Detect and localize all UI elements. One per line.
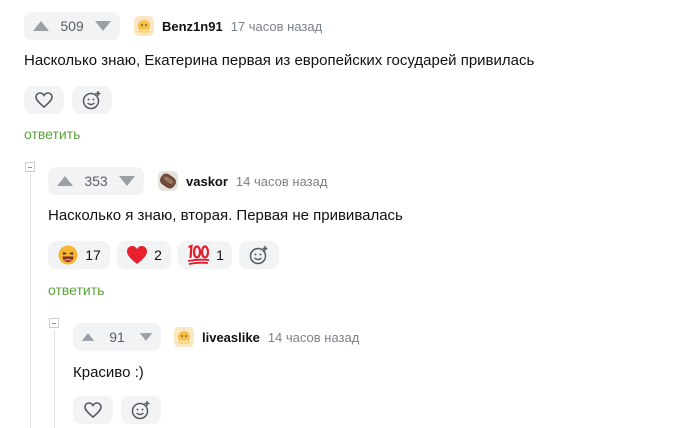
comment-text: Насколько знаю, Екатерина первая из евро… [24, 52, 535, 69]
add-emoji-icon [131, 401, 150, 420]
collapse-thread-toggle[interactable] [25, 162, 35, 172]
collapse-thread-toggle[interactable] [49, 318, 59, 328]
comment-author: Benz1n91 17 часов назад [134, 14, 322, 38]
upvote-arrow-icon[interactable] [56, 175, 74, 187]
rating-widget: 91 [73, 323, 161, 351]
thread-line[interactable] [54, 330, 55, 428]
rating-count: 353 [84, 173, 108, 189]
hundred-points-icon [187, 244, 210, 265]
comment-timestamp[interactable]: 17 часов назад [231, 19, 323, 34]
comments-thread: 509 Benz1n91 17 часов назад Насколько зн… [0, 0, 700, 428]
reaction-button[interactable]: 17 [48, 241, 110, 269]
heart-outline-icon [84, 402, 102, 418]
comment-timestamp[interactable]: 14 часов назад [268, 330, 360, 345]
like-button[interactable] [24, 86, 64, 114]
author-nickname[interactable]: vaskor [186, 174, 228, 189]
reaction-count: 1 [216, 247, 224, 263]
author-nickname[interactable]: liveaslike [202, 330, 260, 345]
reaction-button[interactable]: 2 [117, 241, 171, 269]
reaction-count: 17 [85, 247, 101, 263]
downvote-arrow-icon[interactable] [139, 331, 153, 343]
add-reaction-button[interactable] [72, 86, 112, 114]
user-avatar[interactable] [134, 16, 154, 36]
add-emoji-icon [82, 91, 101, 110]
like-button[interactable] [73, 396, 113, 424]
laughing-emoji-icon [58, 245, 78, 265]
downvote-arrow-icon[interactable] [94, 20, 112, 32]
add-reaction-button[interactable] [121, 396, 161, 424]
add-emoji-icon [249, 246, 268, 265]
upvote-arrow-icon[interactable] [81, 331, 95, 343]
comment-author: liveaslike 14 часов назад [174, 325, 359, 349]
rating-widget: 353 [48, 167, 144, 195]
comment-text: Красиво :) [73, 364, 144, 381]
add-reaction-button[interactable] [239, 241, 279, 269]
user-avatar[interactable] [174, 327, 194, 347]
rating-count: 509 [60, 18, 84, 34]
comment-timestamp[interactable]: 14 часов назад [236, 174, 328, 189]
reaction-count: 2 [154, 247, 162, 263]
comment-text: Насколько я знаю, вторая. Первая не прив… [48, 207, 403, 224]
author-nickname[interactable]: Benz1n91 [162, 19, 223, 34]
reply-link[interactable]: ответить [24, 126, 80, 142]
reaction-button[interactable]: 1 [178, 241, 232, 269]
reply-link[interactable]: ответить [48, 282, 104, 298]
comment-author: vaskor 14 часов назад [158, 169, 327, 193]
rating-count: 91 [109, 329, 125, 345]
user-avatar[interactable] [158, 171, 178, 191]
heart-outline-icon [35, 92, 53, 108]
downvote-arrow-icon[interactable] [118, 175, 136, 187]
upvote-arrow-icon[interactable] [32, 20, 50, 32]
rating-widget: 509 [24, 12, 120, 40]
red-heart-icon [127, 246, 148, 264]
thread-line[interactable] [30, 174, 31, 428]
